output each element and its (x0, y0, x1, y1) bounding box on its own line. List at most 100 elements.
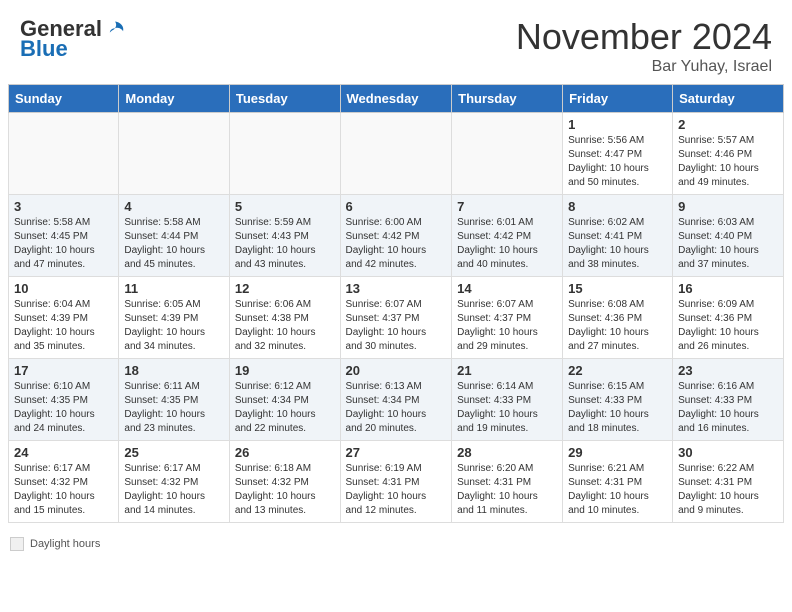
cell-detail: Sunrise: 6:11 AM Sunset: 4:35 PM Dayligh… (124, 380, 224, 436)
calendar-cell: 18 Sunrise: 6:11 AM Sunset: 4:35 PM Dayli… (119, 359, 230, 441)
logo-bird-icon (104, 18, 126, 40)
logo: General Blue (20, 16, 126, 62)
cell-detail: Sunrise: 6:00 AM Sunset: 4:42 PM Dayligh… (346, 216, 447, 272)
cell-detail: Sunrise: 6:05 AM Sunset: 4:39 PM Dayligh… (124, 298, 224, 354)
calendar-cell: 12Sunrise: 6:06 AM Sunset: 4:38 PM Dayli… (229, 277, 340, 359)
calendar-cell: 29 Sunrise: 6:21 AM Sunset: 4:31 PM Dayli… (563, 441, 673, 523)
cell-detail: Sunrise: 6:04 AM Sunset: 4:39 PM Dayligh… (14, 298, 113, 354)
calendar-cell: 23 Sunrise: 6:16 AM Sunset: 4:33 PM Dayli… (673, 359, 784, 441)
day-number: 13 (346, 281, 447, 296)
day-number: 29 (568, 445, 667, 460)
calendar-cell: 21Sunrise: 6:14 AM Sunset: 4:33 PM Dayli… (452, 359, 563, 441)
cell-detail: Sunrise: 6:08 AM Sunset: 4:36 PM Dayligh… (568, 298, 667, 354)
logo-blue-text: Blue (20, 36, 68, 62)
cell-detail: Sunrise: 6:18 AM Sunset: 4:32 PM Dayligh… (235, 462, 335, 518)
footer: Daylight hours (0, 531, 792, 557)
calendar-cell: 5Sunrise: 5:59 AM Sunset: 4:43 PM Daylig… (229, 195, 340, 277)
day-number: 16 (678, 281, 778, 296)
cell-detail: Sunrise: 6:15 AM Sunset: 4:33 PM Dayligh… (568, 380, 667, 436)
cell-detail: Sunrise: 6:07 AM Sunset: 4:37 PM Dayligh… (457, 298, 557, 354)
calendar-cell: 30 Sunrise: 6:22 AM Sunset: 4:31 PM Dayli… (673, 441, 784, 523)
calendar-cell (229, 113, 340, 195)
day-number: 23 (678, 363, 778, 378)
title-block: November 2024 Bar Yuhay, Israel (516, 16, 772, 76)
location-title: Bar Yuhay, Israel (516, 58, 772, 76)
calendar-cell: 7 Sunrise: 6:01 AM Sunset: 4:42 PM Daylig… (452, 195, 563, 277)
day-number: 10 (14, 281, 113, 296)
cell-detail: Sunrise: 6:13 AM Sunset: 4:34 PM Dayligh… (346, 380, 447, 436)
day-header-thursday: Thursday (452, 85, 563, 113)
cell-detail: Sunrise: 6:02 AM Sunset: 4:41 PM Dayligh… (568, 216, 667, 272)
cell-detail: Sunrise: 5:56 AM Sunset: 4:47 PM Dayligh… (568, 134, 667, 190)
cell-detail: Sunrise: 6:03 AM Sunset: 4:40 PM Dayligh… (678, 216, 778, 272)
calendar-cell: 26Sunrise: 6:18 AM Sunset: 4:32 PM Dayli… (229, 441, 340, 523)
day-number: 6 (346, 199, 447, 214)
calendar-week-row: 3Sunrise: 5:58 AM Sunset: 4:45 PM Daylig… (9, 195, 784, 277)
cell-detail: Sunrise: 6:01 AM Sunset: 4:42 PM Dayligh… (457, 216, 557, 272)
calendar-cell: 19 Sunrise: 6:12 AM Sunset: 4:34 PM Dayli… (229, 359, 340, 441)
calendar-cell: 9 Sunrise: 6:03 AM Sunset: 4:40 PM Daylig… (673, 195, 784, 277)
day-header-wednesday: Wednesday (340, 85, 452, 113)
cell-detail: Sunrise: 6:16 AM Sunset: 4:33 PM Dayligh… (678, 380, 778, 436)
calendar-cell: 24Sunrise: 6:17 AM Sunset: 4:32 PM Dayli… (9, 441, 119, 523)
day-number: 14 (457, 281, 557, 296)
calendar-table: SundayMondayTuesdayWednesdayThursdayFrid… (8, 84, 784, 523)
day-header-sunday: Sunday (9, 85, 119, 113)
day-number: 30 (678, 445, 778, 460)
calendar-week-row: 10 Sunrise: 6:04 AM Sunset: 4:39 PM Dayli… (9, 277, 784, 359)
calendar-cell: 27Sunrise: 6:19 AM Sunset: 4:31 PM Dayli… (340, 441, 452, 523)
cell-detail: Sunrise: 6:21 AM Sunset: 4:31 PM Dayligh… (568, 462, 667, 518)
page-header: General Blue November 2024 Bar Yuhay, Is… (0, 0, 792, 84)
calendar-cell: 8Sunrise: 6:02 AM Sunset: 4:41 PM Daylig… (563, 195, 673, 277)
calendar-cell: 11 Sunrise: 6:05 AM Sunset: 4:39 PM Dayli… (119, 277, 230, 359)
calendar-cell: 3Sunrise: 5:58 AM Sunset: 4:45 PM Daylig… (9, 195, 119, 277)
cell-detail: Sunrise: 5:57 AM Sunset: 4:46 PM Dayligh… (678, 134, 778, 190)
cell-detail: Sunrise: 6:12 AM Sunset: 4:34 PM Dayligh… (235, 380, 335, 436)
day-number: 19 (235, 363, 335, 378)
day-header-monday: Monday (119, 85, 230, 113)
day-number: 2 (678, 117, 778, 132)
calendar-cell: 4 Sunrise: 5:58 AM Sunset: 4:44 PM Daylig… (119, 195, 230, 277)
calendar-cell: 17Sunrise: 6:10 AM Sunset: 4:35 PM Dayli… (9, 359, 119, 441)
cell-detail: Sunrise: 5:58 AM Sunset: 4:44 PM Dayligh… (124, 216, 224, 272)
calendar-cell: 20 Sunrise: 6:13 AM Sunset: 4:34 PM Dayli… (340, 359, 452, 441)
calendar-cell: 1 Sunrise: 5:56 AM Sunset: 4:47 PM Daylig… (563, 113, 673, 195)
day-number: 15 (568, 281, 667, 296)
calendar-cell: 15 Sunrise: 6:08 AM Sunset: 4:36 PM Dayli… (563, 277, 673, 359)
day-number: 24 (14, 445, 113, 460)
calendar-cell (452, 113, 563, 195)
day-header-tuesday: Tuesday (229, 85, 340, 113)
day-number: 27 (346, 445, 447, 460)
day-number: 1 (568, 117, 667, 132)
calendar-cell: 10 Sunrise: 6:04 AM Sunset: 4:39 PM Dayli… (9, 277, 119, 359)
cell-detail: Sunrise: 6:20 AM Sunset: 4:31 PM Dayligh… (457, 462, 557, 518)
day-number: 4 (124, 199, 224, 214)
calendar-cell: 13Sunrise: 6:07 AM Sunset: 4:37 PM Dayli… (340, 277, 452, 359)
calendar-cell (9, 113, 119, 195)
calendar-cell: 28 Sunrise: 6:20 AM Sunset: 4:31 PM Dayli… (452, 441, 563, 523)
calendar-cell: 16 Sunrise: 6:09 AM Sunset: 4:36 PM Dayli… (673, 277, 784, 359)
cell-detail: Sunrise: 6:17 AM Sunset: 4:32 PM Dayligh… (124, 462, 224, 518)
day-number: 20 (346, 363, 447, 378)
cell-detail: Sunrise: 6:22 AM Sunset: 4:31 PM Dayligh… (678, 462, 778, 518)
day-number: 7 (457, 199, 557, 214)
day-number: 17 (14, 363, 113, 378)
day-number: 21 (457, 363, 557, 378)
day-number: 28 (457, 445, 557, 460)
day-number: 5 (235, 199, 335, 214)
day-number: 11 (124, 281, 224, 296)
daylight-label: Daylight hours (30, 538, 100, 550)
shaded-box-icon (10, 537, 24, 551)
calendar-cell: 25Sunrise: 6:17 AM Sunset: 4:32 PM Dayli… (119, 441, 230, 523)
calendar-week-row: 24 Sunrise: 6:17 AM Sunset: 4:32 PM Dayli… (9, 441, 784, 523)
calendar-cell: 2 Sunrise: 5:57 AM Sunset: 4:46 PM Daylig… (673, 113, 784, 195)
day-number: 9 (678, 199, 778, 214)
calendar-header-row: SundayMondayTuesdayWednesdayThursdayFrid… (9, 85, 784, 113)
cell-detail: Sunrise: 6:09 AM Sunset: 4:36 PM Dayligh… (678, 298, 778, 354)
calendar-cell: 6 Sunrise: 6:00 AM Sunset: 4:42 PM Daylig… (340, 195, 452, 277)
calendar-cell (119, 113, 230, 195)
calendar-cell: 14 Sunrise: 6:07 AM Sunset: 4:37 PM Dayli… (452, 277, 563, 359)
calendar-cell (340, 113, 452, 195)
day-number: 3 (14, 199, 113, 214)
day-number: 18 (124, 363, 224, 378)
